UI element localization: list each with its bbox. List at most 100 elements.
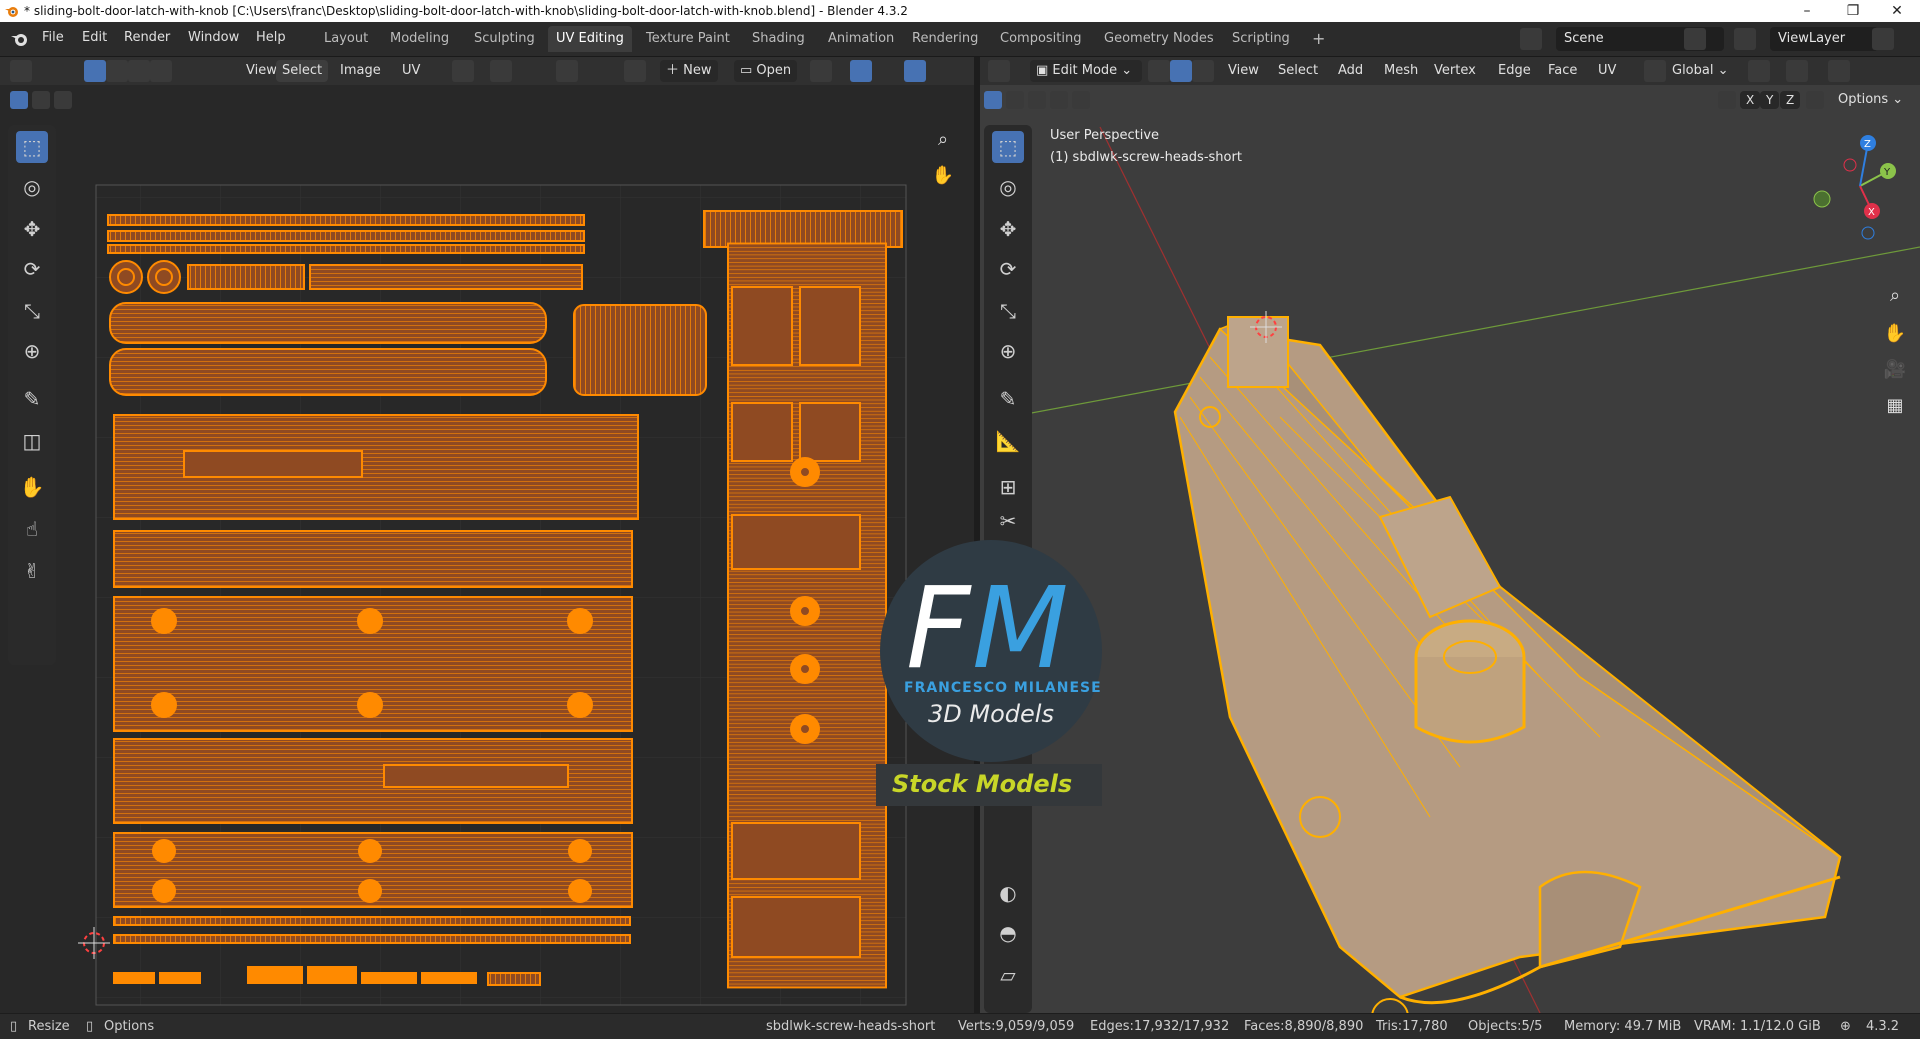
select-subtract-mode-icon[interactable]	[1028, 91, 1046, 109]
annotate-tool-icon[interactable]: ✎	[16, 383, 48, 415]
select-box-mode-icon[interactable]	[984, 91, 1002, 109]
pin-icon[interactable]	[810, 60, 832, 82]
snap-icon[interactable]	[1786, 60, 1808, 82]
grab-tool-icon[interactable]: ✋	[16, 471, 48, 503]
tab-layout[interactable]: Layout	[316, 26, 376, 52]
shear-tool-icon[interactable]: ▱	[992, 959, 1024, 991]
tab-scripting[interactable]: Scripting	[1224, 26, 1298, 52]
view-layer-name-field[interactable]: ViewLayer	[1770, 27, 1878, 51]
image-browse-icon[interactable]	[624, 60, 646, 82]
move-tool-icon[interactable]: ✥	[992, 213, 1024, 245]
annotate-tool-icon[interactable]: ✎	[992, 383, 1024, 415]
mirror-icon[interactable]	[1718, 91, 1736, 109]
camera-view-icon[interactable]: 🎥	[1880, 355, 1910, 385]
add-cube-tool-icon[interactable]: ⊞	[992, 471, 1024, 503]
tab-animation[interactable]: Animation	[820, 26, 902, 52]
vp-menu-select[interactable]: Select	[1272, 60, 1324, 82]
vp-menu-uv[interactable]: UV	[1592, 60, 1622, 82]
add-workspace-button[interactable]: +	[1304, 26, 1333, 52]
menu-edit[interactable]: Edit	[82, 30, 107, 45]
mirror-x-toggle[interactable]: X	[1740, 91, 1761, 109]
blender-menu-icon[interactable]	[10, 29, 30, 49]
tab-geometry-nodes[interactable]: Geometry Nodes	[1096, 26, 1222, 52]
uv-menu-uv[interactable]: UV	[396, 60, 426, 82]
vp-menu-face[interactable]: Face	[1542, 60, 1583, 82]
menu-render[interactable]: Render	[124, 30, 170, 45]
navigation-gizmo[interactable]: Y Z X	[1810, 131, 1910, 241]
ortho-toggle-icon[interactable]: ▦	[1880, 391, 1910, 421]
rotate-tool-icon[interactable]: ⟳	[16, 253, 48, 285]
cursor-tool-icon[interactable]: ◎	[16, 171, 48, 203]
uv-select-mode-face-icon[interactable]	[128, 60, 150, 82]
tab-modeling[interactable]: Modeling	[382, 26, 457, 52]
select-invert-mode-icon[interactable]	[1050, 91, 1068, 109]
tab-shading[interactable]: Shading	[744, 26, 813, 52]
move-tool-icon[interactable]: ✥	[16, 213, 48, 245]
select-subtract-mode-icon[interactable]	[54, 91, 72, 109]
uv-select-mode-island-icon[interactable]	[150, 60, 172, 82]
uv-menu-image[interactable]: Image	[334, 60, 387, 82]
pan-hand-icon[interactable]: ✋	[928, 161, 958, 191]
new-view-layer-icon[interactable]	[1872, 28, 1894, 50]
pivot-icon[interactable]	[452, 60, 474, 82]
relax-tool-icon[interactable]: ☝	[16, 513, 48, 545]
tab-compositing[interactable]: Compositing	[992, 26, 1090, 52]
auto-merge-icon[interactable]	[1806, 91, 1824, 109]
new-scene-icon[interactable]	[1684, 28, 1706, 50]
mirror-y-toggle[interactable]: Y	[1760, 91, 1780, 109]
mode-select[interactable]: ▣ Edit Mode ⌄	[1030, 60, 1142, 82]
zoom-icon[interactable]: ⌕	[928, 125, 958, 155]
scale-tool-icon[interactable]: ⤡	[16, 295, 48, 327]
scale-tool-icon[interactable]: ⤡	[992, 295, 1024, 327]
tab-rendering[interactable]: Rendering	[904, 26, 986, 52]
pan-hand-icon[interactable]: ✋	[1880, 319, 1910, 349]
uv-sync-icon[interactable]	[850, 60, 872, 82]
close-button[interactable]: ✕	[1874, 0, 1920, 22]
select-box-mode-icon[interactable]	[10, 91, 28, 109]
tab-sculpting[interactable]: Sculpting	[466, 26, 543, 52]
vp-menu-add[interactable]: Add	[1332, 60, 1369, 82]
options-dropdown[interactable]: Options ⌄	[1832, 91, 1909, 109]
rotate-tool-icon[interactable]: ⟳	[992, 253, 1024, 285]
proportional-edit-icon[interactable]	[1828, 60, 1850, 82]
vp-menu-vertex[interactable]: Vertex	[1428, 60, 1482, 82]
transform-tool-icon[interactable]: ⊕	[16, 335, 48, 367]
mirror-z-toggle[interactable]: Z	[1780, 91, 1801, 109]
select-extend-mode-icon[interactable]	[32, 91, 50, 109]
editor-type-icon[interactable]	[10, 60, 32, 82]
pinch-tool-icon[interactable]: ✌	[16, 555, 48, 587]
transform-orientation-icon[interactable]	[1644, 60, 1666, 82]
editor-type-icon[interactable]	[988, 60, 1010, 82]
orientation-select[interactable]: Global ⌄	[1666, 60, 1735, 82]
view-layer-selector-icon[interactable]	[1734, 28, 1756, 50]
new-image-button[interactable]: ＋ New	[660, 60, 718, 82]
extrude-tool-icon[interactable]: ✂	[992, 505, 1024, 537]
viewport-canvas[interactable]	[980, 117, 1920, 1013]
select-face-mode-icon[interactable]	[1192, 60, 1214, 82]
spin-tool-icon[interactable]: ◐	[992, 877, 1024, 909]
menu-help[interactable]: Help	[256, 30, 286, 45]
select-intersect-mode-icon[interactable]	[1072, 91, 1090, 109]
select-edge-mode-icon[interactable]	[1170, 60, 1192, 82]
cursor-tool-icon[interactable]: ◎	[992, 171, 1024, 203]
select-extend-mode-icon[interactable]	[1006, 91, 1024, 109]
measure-tool-icon[interactable]: 📐	[992, 425, 1024, 457]
menu-file[interactable]: File	[42, 30, 64, 45]
uv-select-mode-edge-icon[interactable]	[106, 60, 128, 82]
pivot-point-icon[interactable]	[1748, 60, 1770, 82]
select-box-tool-icon[interactable]: ⬚	[992, 131, 1024, 163]
rip-tool-icon[interactable]: ◫	[16, 425, 48, 457]
uv-canvas[interactable]	[60, 117, 970, 1007]
minimize-button[interactable]: –	[1784, 0, 1830, 22]
menu-window[interactable]: Window	[188, 30, 239, 45]
scene-selector-icon[interactable]	[1520, 28, 1542, 50]
vp-menu-edge[interactable]: Edge	[1492, 60, 1537, 82]
select-vertex-mode-icon[interactable]	[1148, 60, 1170, 82]
snap-icon[interactable]	[490, 60, 512, 82]
proportional-edit-icon[interactable]	[556, 60, 578, 82]
smooth-tool-icon[interactable]: ◓	[992, 917, 1024, 949]
uv-select-mode-vertex-icon[interactable]	[84, 60, 106, 82]
uv-menu-select[interactable]: Select	[276, 60, 329, 82]
uv-overlay-icon[interactable]	[904, 60, 926, 82]
maximize-button[interactable]: ❐	[1830, 0, 1876, 22]
